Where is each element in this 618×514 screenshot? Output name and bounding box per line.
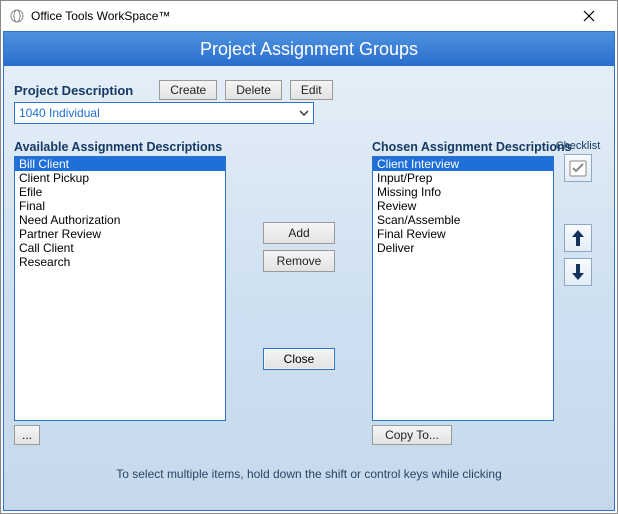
page-title: Project Assignment Groups bbox=[200, 39, 418, 60]
list-item[interactable]: Efile bbox=[15, 185, 225, 199]
available-list[interactable]: Bill ClientClient PickupEfileFinalNeed A… bbox=[14, 156, 226, 421]
list-item[interactable]: Input/Prep bbox=[373, 171, 553, 185]
app-icon bbox=[9, 8, 25, 24]
content: Project Description Create Delete Edit 1… bbox=[4, 66, 614, 510]
remove-button[interactable]: Remove bbox=[263, 250, 335, 272]
available-column: Available Assignment Descriptions Bill C… bbox=[14, 140, 226, 445]
close-icon bbox=[583, 10, 595, 22]
list-item[interactable]: Research bbox=[15, 255, 225, 269]
project-description-value: 1040 Individual bbox=[19, 106, 100, 120]
page-title-banner: Project Assignment Groups bbox=[4, 32, 614, 66]
move-up-button[interactable] bbox=[564, 224, 592, 252]
list-item[interactable]: Call Client bbox=[15, 241, 225, 255]
close-button[interactable]: Close bbox=[263, 348, 335, 370]
chosen-column: Chosen Assignment Descriptions Client In… bbox=[372, 140, 554, 445]
checklist-label: Checklist bbox=[556, 140, 601, 152]
list-item[interactable]: Client Interview bbox=[373, 157, 553, 171]
list-item[interactable]: Review bbox=[373, 199, 553, 213]
list-item[interactable]: Final bbox=[15, 199, 225, 213]
list-item[interactable]: Deliver bbox=[373, 241, 553, 255]
list-item[interactable]: Final Review bbox=[373, 227, 553, 241]
project-row: Project Description Create Delete Edit bbox=[14, 80, 604, 100]
columns: Available Assignment Descriptions Bill C… bbox=[14, 140, 604, 445]
checklist-button[interactable] bbox=[564, 154, 592, 182]
more-button[interactable]: ... bbox=[14, 425, 40, 445]
move-down-button[interactable] bbox=[564, 258, 592, 286]
window: Office Tools WorkSpace™ Project Assignme… bbox=[0, 0, 618, 514]
list-item[interactable]: Need Authorization bbox=[15, 213, 225, 227]
window-title: Office Tools WorkSpace™ bbox=[31, 9, 170, 23]
available-title: Available Assignment Descriptions bbox=[14, 140, 226, 154]
list-item[interactable]: Bill Client bbox=[15, 157, 225, 171]
list-item[interactable]: Partner Review bbox=[15, 227, 225, 241]
titlebar: Office Tools WorkSpace™ bbox=[1, 1, 617, 31]
side-column: Checklist bbox=[560, 140, 596, 292]
arrow-down-icon bbox=[571, 263, 585, 281]
list-item[interactable]: Missing Info bbox=[373, 185, 553, 199]
chevron-down-icon bbox=[299, 108, 309, 118]
list-item[interactable]: Scan/Assemble bbox=[373, 213, 553, 227]
create-button[interactable]: Create bbox=[159, 80, 217, 100]
close-window-button[interactable] bbox=[569, 1, 609, 31]
arrow-up-icon bbox=[571, 229, 585, 247]
hint-text: To select multiple items, hold down the … bbox=[14, 467, 604, 481]
project-description-select[interactable]: 1040 Individual bbox=[14, 102, 314, 124]
delete-button[interactable]: Delete bbox=[225, 80, 282, 100]
chosen-title: Chosen Assignment Descriptions bbox=[372, 140, 554, 154]
middle-column: Add Remove Close bbox=[226, 140, 372, 370]
dialog-body: Project Assignment Groups Project Descri… bbox=[3, 31, 615, 511]
add-button[interactable]: Add bbox=[263, 222, 335, 244]
copy-to-button[interactable]: Copy To... bbox=[372, 425, 452, 445]
list-item[interactable]: Client Pickup bbox=[15, 171, 225, 185]
project-description-label: Project Description bbox=[14, 83, 133, 98]
checklist-icon bbox=[568, 158, 588, 178]
chosen-list[interactable]: Client InterviewInput/PrepMissing InfoRe… bbox=[372, 156, 554, 421]
edit-button[interactable]: Edit bbox=[290, 80, 333, 100]
